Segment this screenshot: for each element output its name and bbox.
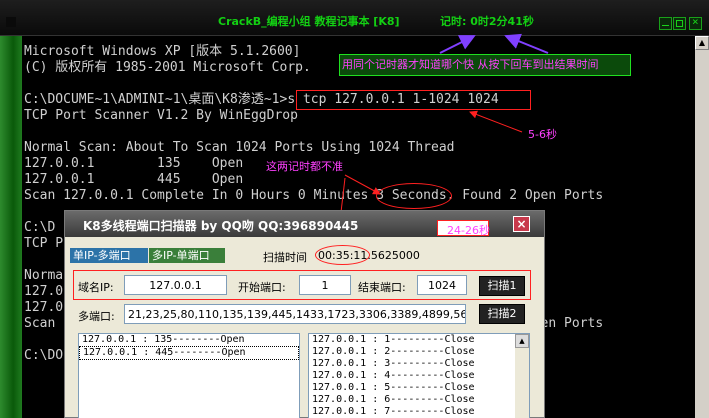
console-line: Norma xyxy=(24,268,64,283)
dialog-title: K8多线程端口扫描器 by QQ吻 QQ:396890445 xyxy=(83,219,359,233)
start-port-label: 开始端口: xyxy=(238,281,286,294)
note-24-26-seconds: 24-26秒 xyxy=(447,224,490,237)
console-line: 127.0.0.1 445 Open xyxy=(24,172,244,187)
closed-port-item[interactable]: 127.0.0.1 : 5---------Close xyxy=(309,382,529,394)
window-menu-icon[interactable] xyxy=(6,17,16,27)
open-port-item[interactable]: 127.0.0.1 : 445--------Open xyxy=(79,346,299,360)
console-line: 127.0 xyxy=(24,284,64,299)
closed-port-item[interactable]: 127.0.0.1 : 7---------Close xyxy=(309,406,529,418)
note-5-6-seconds: 5-6秒 xyxy=(528,128,557,141)
closed-port-item[interactable]: 127.0.0.1 : 3---------Close xyxy=(309,358,529,370)
console-line: 127.0.0.1 135 Open xyxy=(24,156,244,171)
scan2-button[interactable]: 扫描2 xyxy=(479,304,525,324)
console-line: Scan 127.0.0.1 Complete In 0 Hours 0 Min… xyxy=(24,188,604,203)
elapsed-timer: 记时: 0时2分41秒 xyxy=(440,15,534,28)
scanner-dialog: K8多线程端口扫描器 by QQ吻 QQ:396890445 × 单IP-多端口… xyxy=(64,210,545,418)
scan-time-label: 扫描时间 xyxy=(263,251,307,264)
close-button[interactable] xyxy=(689,15,702,30)
console-line: TCP P xyxy=(24,236,64,251)
window-title-bar[interactable]: CrackB_编程小组 教程记事本 [K8] 记时: 0时2分41秒 xyxy=(0,0,709,36)
console-scrollbar[interactable]: ▲ xyxy=(695,36,709,418)
multi-port-input[interactable] xyxy=(124,304,466,324)
window-title: CrackB_编程小组 教程记事本 [K8] xyxy=(218,15,400,28)
same-timer-note: 用同个记时器才知道哪个快 从按下回车到出结果时间 xyxy=(339,54,631,76)
multi-port-label: 多端口: xyxy=(78,310,115,323)
domain-ip-label: 域名IP: xyxy=(78,281,114,294)
dialog-close-button[interactable]: × xyxy=(513,216,530,232)
scan-time-highlight xyxy=(315,245,370,265)
end-port-input[interactable] xyxy=(417,275,467,295)
console-line: 127.0 xyxy=(24,300,64,315)
note-24-26-box: 24-26秒 xyxy=(437,220,490,237)
desktop-background-left xyxy=(0,0,22,418)
closed-port-item[interactable]: 127.0.0.1 : 1---------Close xyxy=(309,334,529,346)
tab-multi-ip-single-port[interactable]: 多IP-单端口 xyxy=(149,248,225,263)
open-port-item[interactable]: 127.0.0.1 : 135--------Open xyxy=(79,334,299,346)
closed-list-scrollbar[interactable]: ▲ xyxy=(515,334,529,418)
command-highlight-box xyxy=(296,90,531,110)
end-port-label: 结束端口: xyxy=(358,281,406,294)
tab-single-ip-multi-port[interactable]: 单IP-多端口 xyxy=(70,248,148,263)
open-ports-list[interactable]: 127.0.0.1 : 135--------Open 127.0.0.1 : 4… xyxy=(78,333,300,418)
start-port-input[interactable] xyxy=(299,275,351,295)
console-line: (C) 版权所有 1985-2001 Microsoft Corp. xyxy=(24,60,311,75)
closed-ports-list[interactable]: 127.0.0.1 : 1---------Close 127.0.0.1 : 2… xyxy=(308,333,530,418)
maximize-button[interactable] xyxy=(673,17,686,30)
list-scroll-up-icon[interactable]: ▲ xyxy=(515,334,529,348)
console-line: C:\D xyxy=(24,220,56,235)
scroll-up-icon[interactable]: ▲ xyxy=(695,36,709,50)
console-line: Normal Scan: About To Scan 1024 Ports Us… xyxy=(24,140,455,155)
console-line: TCP Port Scanner V1.2 By WinEggDrop xyxy=(24,108,298,123)
note-timers-inaccurate: 这两记时都不准 xyxy=(266,160,343,173)
closed-port-item[interactable]: 127.0.0.1 : 2---------Close xyxy=(309,346,529,358)
domain-ip-input[interactable] xyxy=(124,275,227,295)
minimize-button[interactable] xyxy=(659,17,672,30)
closed-port-item[interactable]: 127.0.0.1 : 6---------Close xyxy=(309,394,529,406)
seconds-highlight-ellipse xyxy=(376,183,452,209)
console-line: C:\DO xyxy=(24,348,64,363)
scan1-button[interactable]: 扫描1 xyxy=(479,276,525,296)
closed-port-item[interactable]: 127.0.0.1 : 4---------Close xyxy=(309,370,529,382)
console-line: Microsoft Windows XP [版本 5.1.2600] xyxy=(24,44,301,59)
